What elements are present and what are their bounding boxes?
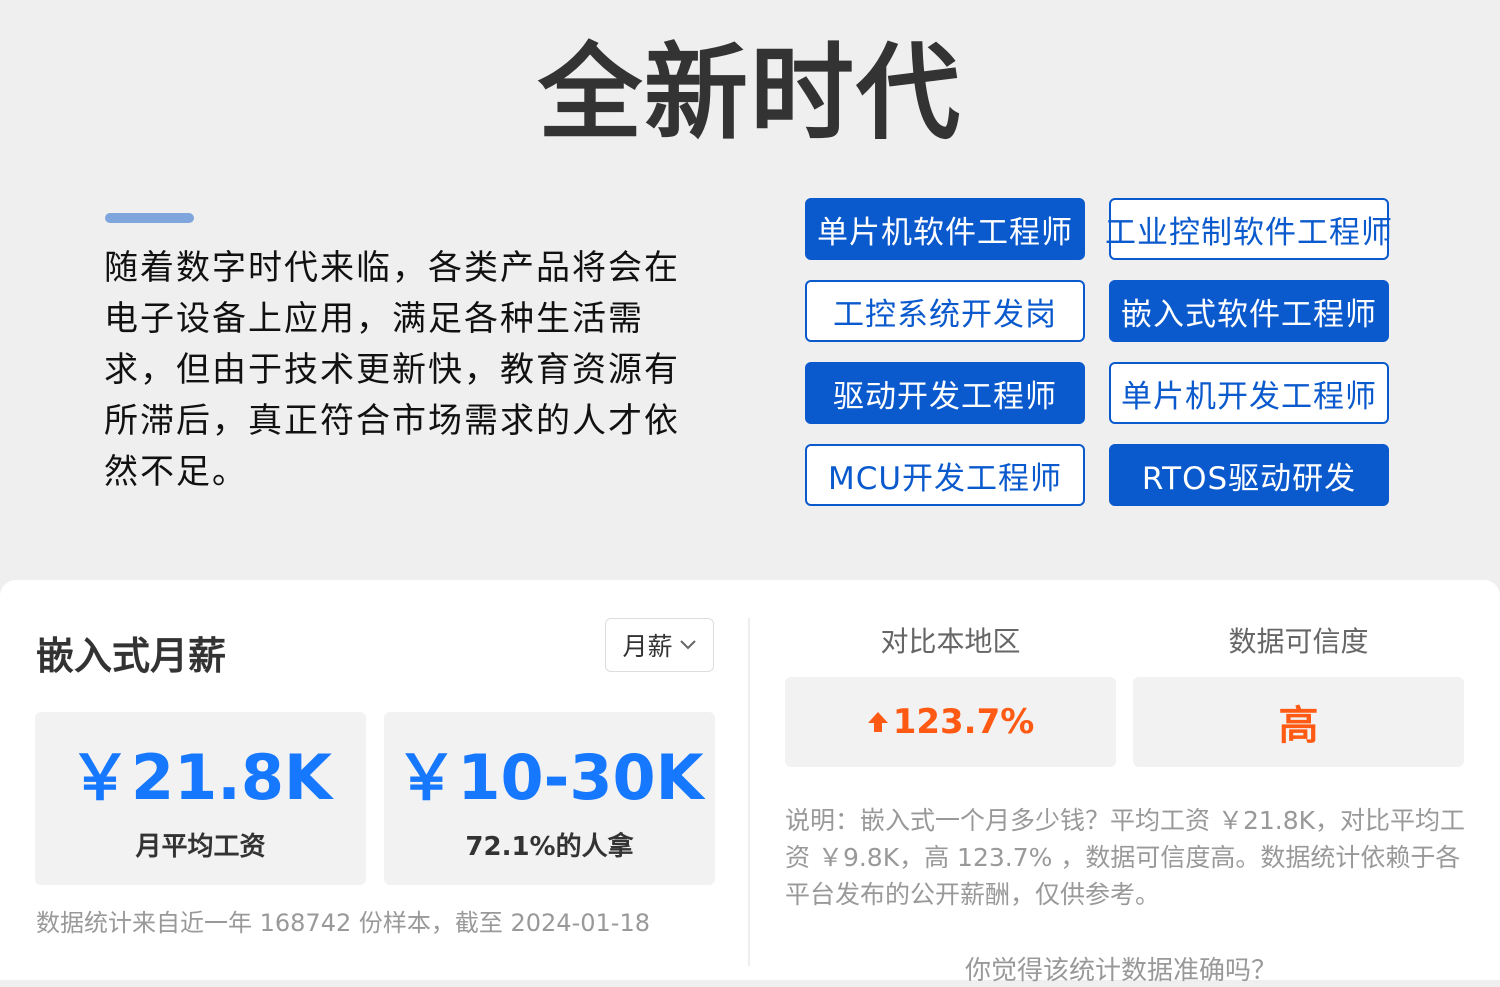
accent-bar	[105, 213, 194, 223]
data-trust-heading: 数据可信度	[1228, 625, 1369, 658]
region-compare-value: 123.7%	[892, 702, 1035, 742]
job-tag[interactable]: RTOS驱动研发	[1109, 444, 1389, 506]
sample-footnote: 数据统计来自近一年 168742 份样本，截至 2024-01-18	[36, 909, 650, 937]
salary-range-box: ￥10-30K 72.1%的人拿	[384, 712, 715, 885]
job-tag[interactable]: 嵌入式软件工程师	[1109, 280, 1389, 342]
region-compare-heading: 对比本地区	[880, 625, 1021, 658]
job-tag-grid: 单片机软件工程师 工业控制软件工程师 工控系统开发岗 嵌入式软件工程师 驱动开发…	[805, 198, 1392, 506]
job-tag[interactable]: 驱动开发工程师	[805, 362, 1085, 424]
avg-salary-value: ￥21.8K	[68, 741, 333, 814]
avg-salary-label: 月平均工资	[135, 832, 266, 862]
hero-title: 全新时代	[537, 32, 962, 154]
job-tag[interactable]: 单片机软件工程师	[805, 198, 1085, 260]
region-compare-box: 123.7%	[785, 677, 1116, 767]
job-tag[interactable]: 工业控制软件工程师	[1105, 198, 1392, 260]
explanation-text: 说明：嵌入式一个月多少钱？平均工资 ￥21.8K，对比平均工资 ￥9.8K，高 …	[785, 806, 1466, 909]
avg-salary-box: ￥21.8K 月平均工资	[35, 712, 366, 885]
job-tag[interactable]: MCU开发工程师	[805, 444, 1085, 506]
period-selected-value: 月薪	[622, 632, 673, 661]
arrow-up-icon	[867, 712, 888, 732]
salary-range-label: 72.1%的人拿	[465, 832, 634, 862]
data-trust-box: 高	[1133, 677, 1464, 767]
job-tag[interactable]: 工控系统开发岗	[805, 280, 1085, 342]
column-divider	[748, 618, 750, 966]
data-trust-value: 高	[1278, 703, 1319, 749]
salary-range-value: ￥10-30K	[395, 741, 704, 814]
job-tag[interactable]: 单片机开发工程师	[1109, 362, 1389, 424]
salary-title: 嵌入式月薪	[36, 634, 227, 678]
intro-text: 随着数字时代来临，各类产品将会在电子设备上应用，满足各种生活需求，但由于技术更新…	[104, 248, 680, 492]
chevron-down-icon	[679, 640, 696, 650]
accuracy-question: 你觉得该统计数据准确吗？	[965, 956, 1278, 986]
period-select[interactable]: 月薪	[605, 618, 714, 672]
